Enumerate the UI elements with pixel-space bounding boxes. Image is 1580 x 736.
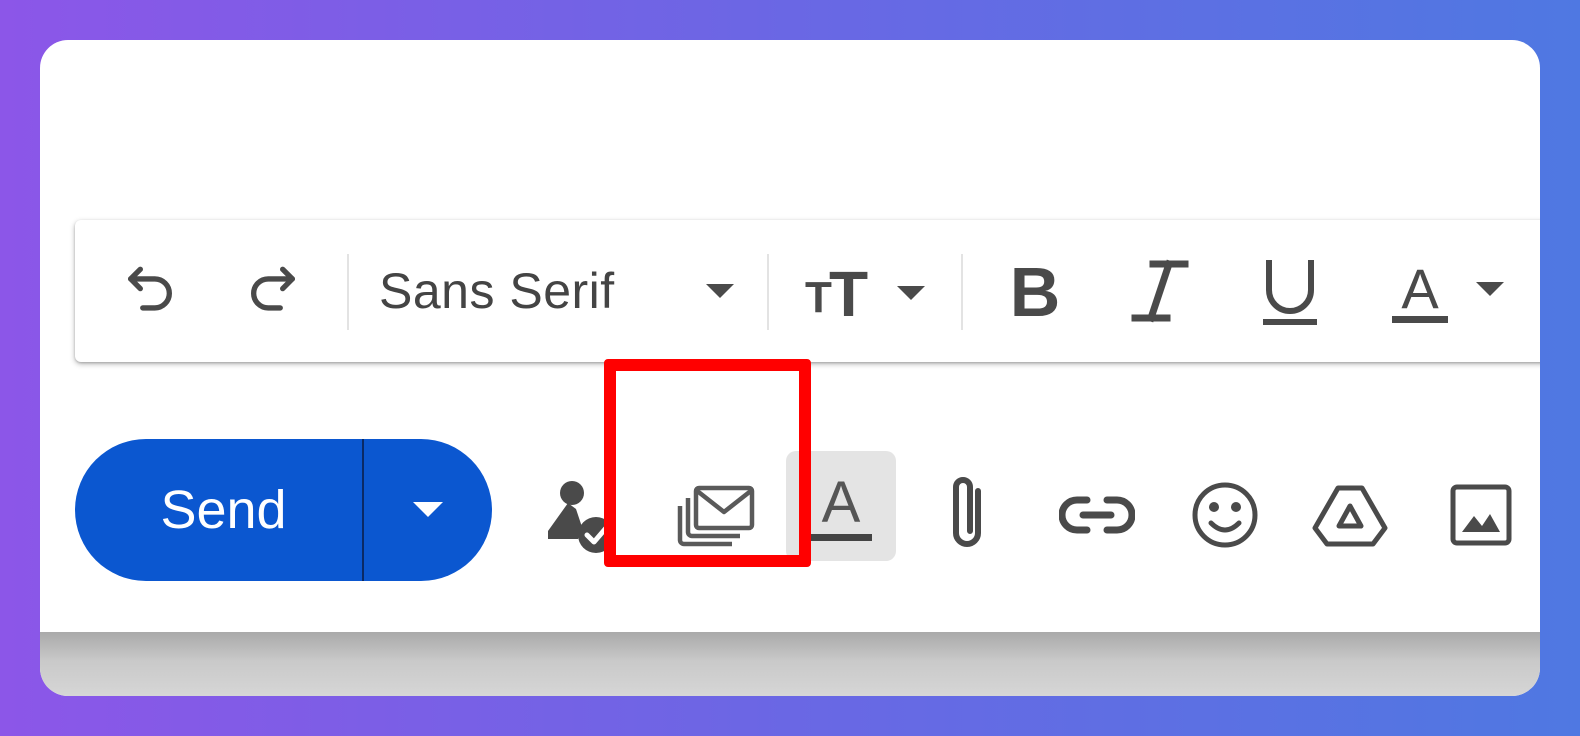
send-button-group: Send — [75, 439, 492, 581]
toolbar-divider — [347, 254, 349, 330]
compose-window: Sans Serif T T B A Send A — [40, 40, 1540, 696]
svg-text:T: T — [805, 273, 832, 322]
drive-icon — [1312, 485, 1388, 547]
drive-button[interactable] — [1305, 470, 1395, 560]
text-size-icon: T T — [805, 258, 925, 326]
undo-icon — [128, 266, 172, 311]
font-family-label: Sans Serif — [379, 263, 615, 319]
svg-text:T: T — [829, 258, 868, 326]
toolbar-divider — [767, 254, 769, 330]
image-icon — [1450, 484, 1512, 546]
underline-icon — [1263, 260, 1317, 325]
italic-button[interactable] — [1125, 256, 1195, 326]
svg-text:A: A — [822, 470, 861, 535]
underline-button[interactable] — [1255, 256, 1325, 326]
send-button[interactable]: Send — [75, 439, 362, 581]
insert-link-button[interactable] — [1052, 470, 1142, 560]
text-color-button[interactable]: A — [1380, 256, 1520, 326]
font-family-select[interactable]: Sans Serif — [379, 256, 749, 326]
dropdown-arrow-icon — [413, 502, 443, 517]
bold-button[interactable]: B — [1000, 256, 1070, 326]
bold-icon: B — [1010, 256, 1061, 326]
window-bottom-shadow — [40, 632, 1540, 696]
svg-text:B: B — [1010, 256, 1061, 326]
emoji-icon — [1192, 482, 1258, 548]
text-color-underline-icon: A — [810, 470, 872, 541]
link-icon — [1059, 496, 1135, 534]
text-color-icon: A — [1392, 257, 1504, 323]
undo-button[interactable] — [115, 256, 185, 326]
paperclip-icon — [953, 477, 981, 547]
redo-icon — [251, 266, 295, 311]
attach-button[interactable] — [932, 470, 1002, 560]
toolbar-divider — [961, 254, 963, 330]
emoji-button[interactable] — [1180, 470, 1270, 560]
send-options-button[interactable] — [364, 439, 492, 581]
dropdown-arrow-icon — [706, 284, 734, 298]
signature-check-icon — [548, 481, 614, 553]
redo-button[interactable] — [238, 256, 308, 326]
formatting-toolbar: Sans Serif T T B A — [75, 220, 1540, 362]
compose-bottom-toolbar: Send A — [40, 390, 1540, 610]
layered-mail-icon — [677, 485, 755, 547]
insert-photo-button[interactable] — [1436, 470, 1526, 560]
font-size-button[interactable]: T T — [801, 256, 931, 326]
svg-text:A: A — [1401, 257, 1439, 320]
layered-mail-button[interactable] — [673, 470, 763, 560]
italic-icon — [1131, 259, 1189, 323]
text-style-button[interactable]: A — [806, 466, 876, 546]
signature-button[interactable] — [535, 470, 625, 560]
